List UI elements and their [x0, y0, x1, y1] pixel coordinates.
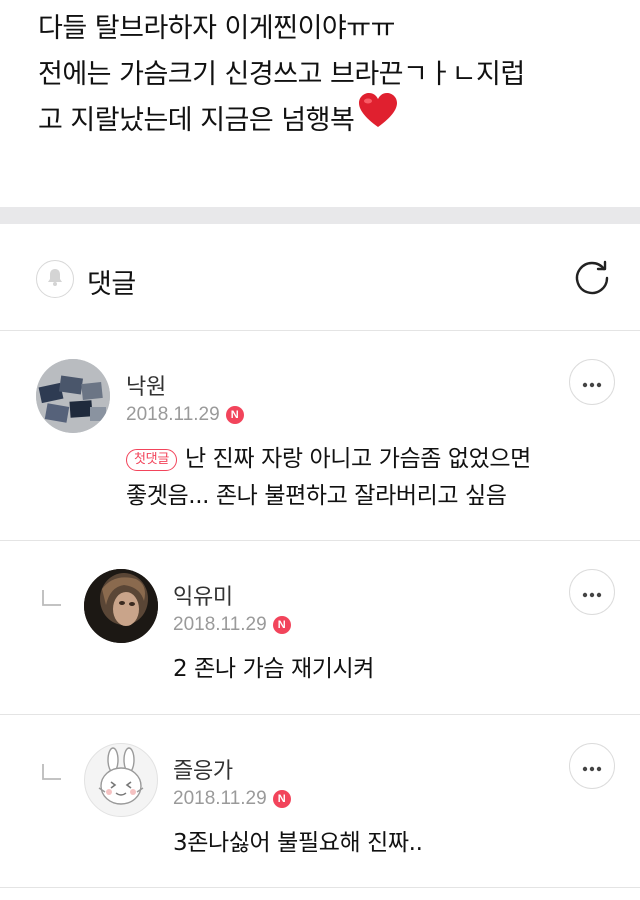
more-options-button[interactable] — [569, 359, 615, 405]
comment-author[interactable]: 즐응가 — [173, 753, 233, 785]
comment-author[interactable]: 낙원 — [126, 369, 166, 401]
reply-indicator-icon — [40, 761, 64, 785]
more-icon — [582, 757, 602, 776]
comment-text-line: 좋겟음... 존나 불편하고 잘라버리고 싶음 — [126, 483, 507, 509]
comment-date: 2018.11.29 — [126, 404, 220, 425]
more-icon — [582, 373, 602, 392]
comments-header: 댓글 — [0, 224, 640, 331]
new-badge: N — [225, 406, 244, 424]
new-badge: N — [272, 616, 291, 634]
more-options-button[interactable] — [569, 743, 615, 789]
comment-text: 첫댓글 난 진짜 자랑 아니고 가슴좀 없었으면 좋겟음... 존나 불편하고 잘… — [126, 441, 531, 515]
comment-meta: 2018.11.29 N — [173, 788, 291, 810]
comment-item: 낙원 2018.11.29 N 첫댓글 난 진짜 자랑 아니고 가슴좀 없었으면 … — [0, 331, 640, 541]
more-options-button[interactable] — [569, 569, 615, 615]
notification-toggle[interactable] — [36, 260, 74, 298]
comment-author[interactable]: 익유미 — [173, 579, 233, 611]
rabbit-avatar-icon — [98, 747, 144, 805]
avatar[interactable] — [36, 359, 110, 433]
avatar[interactable] — [84, 743, 158, 817]
post-line-text: 고 지랄났는데 지금은 넘행복 — [38, 105, 355, 136]
heart-emoji-icon — [358, 93, 398, 144]
post-body: 다들 탈브라하자 이게찐이야ㅠㅠ 전에는 가슴크기 신경쓰고 브라끈ㄱㅏㄴ지럽 … — [38, 6, 618, 144]
new-badge: N — [272, 790, 291, 808]
comment-date: 2018.11.29 — [173, 788, 267, 809]
bell-icon — [45, 267, 65, 291]
portrait-avatar-icon — [84, 569, 158, 643]
refresh-button[interactable] — [570, 258, 614, 302]
comments-title: 댓글 — [87, 269, 136, 300]
comment-text: 3존나싫어 불필요해 진짜.. — [173, 825, 423, 862]
comment-text: 2 존나 가슴 재기시켜 — [173, 651, 374, 688]
post-line: 전에는 가슴크기 신경쓰고 브라끈ㄱㅏㄴ지럽 — [38, 59, 525, 90]
more-icon — [582, 583, 602, 602]
comment-text-line: 2 존나 가슴 재기시켜 — [173, 656, 375, 682]
comment-item: 즐응가 2018.11.29 N 3존나싫어 불필요해 진짜.. — [0, 715, 640, 888]
refresh-icon — [571, 257, 613, 303]
comment-item: 익유미 2018.11.29 N 2 존나 가슴 재기시켜 — [0, 541, 640, 715]
comment-meta: 2018.11.29 N — [173, 614, 291, 636]
section-divider — [0, 207, 640, 224]
comment-text-line: 3존나싫어 불필요해 진짜.. — [173, 830, 423, 856]
comment-meta: 2018.11.29 N — [126, 404, 244, 426]
post-line: 고 지랄났는데 지금은 넘행복 — [38, 93, 618, 144]
avatar[interactable] — [84, 569, 158, 643]
first-comment-badge: 첫댓글 — [126, 449, 177, 471]
comment-text-line: 난 진짜 자랑 아니고 가슴좀 없었으면 — [184, 446, 531, 472]
reply-indicator-icon — [40, 587, 64, 611]
post-line: 다들 탈브라하자 이게찐이야ㅠㅠ — [38, 13, 395, 44]
comment-date: 2018.11.29 — [173, 614, 267, 635]
photo-avatar-icon — [36, 359, 110, 433]
